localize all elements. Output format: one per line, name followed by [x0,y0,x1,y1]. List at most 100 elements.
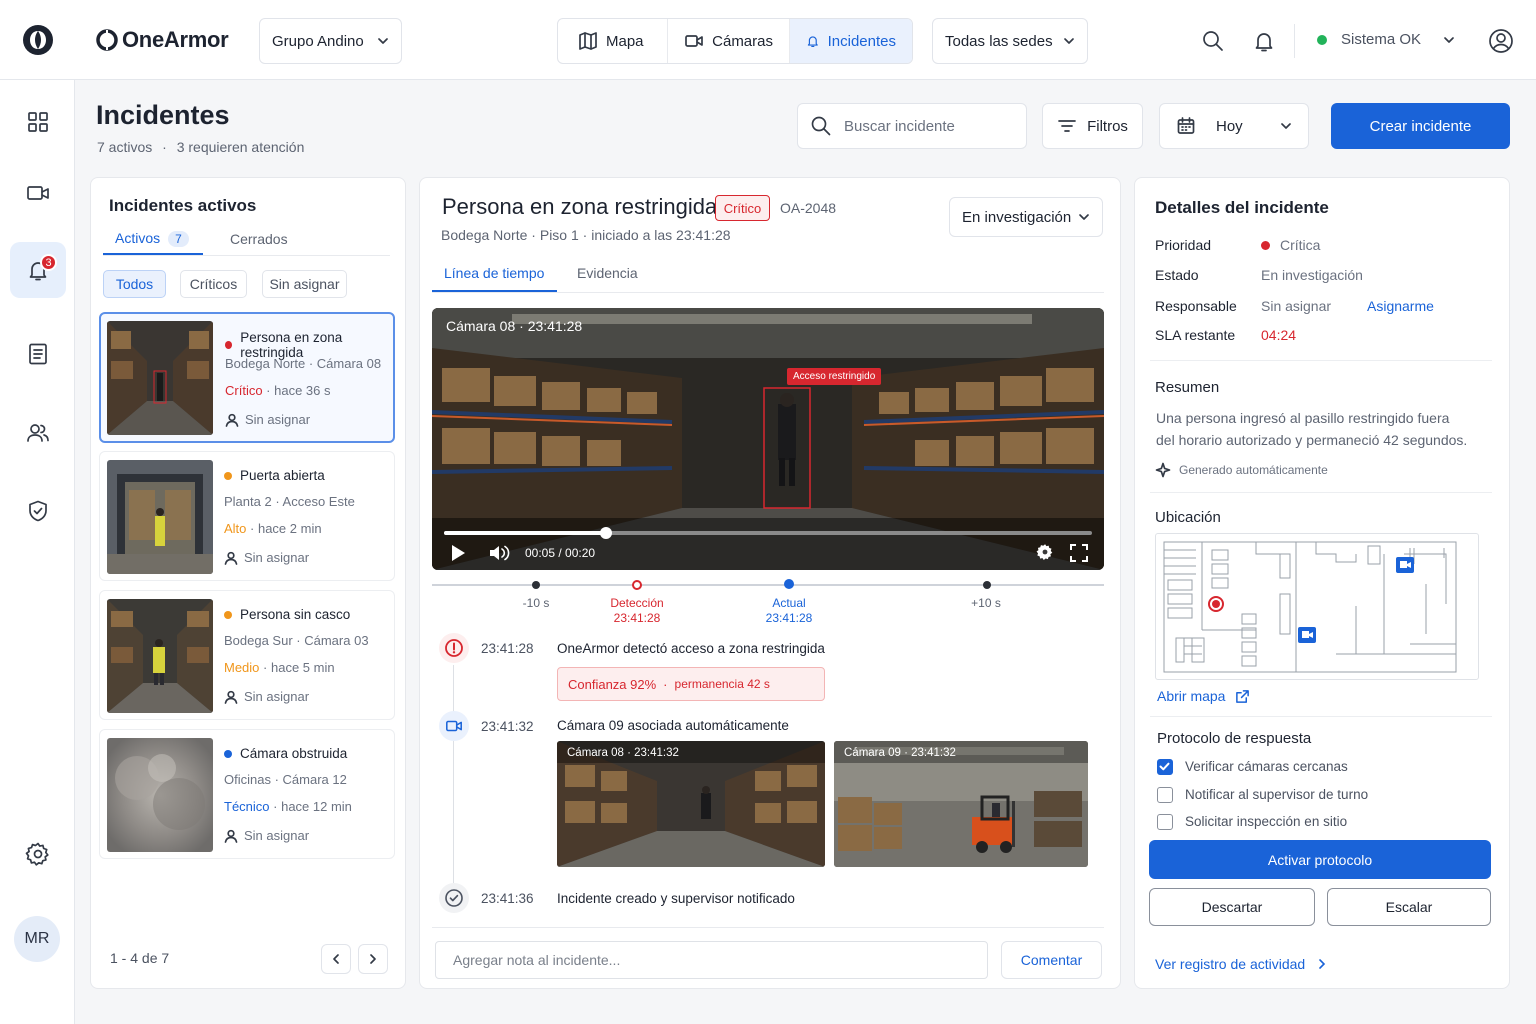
assign-to-me-link[interactable]: Asignarme [1367,298,1434,314]
date-select-value: Hoy [1216,117,1243,135]
prev-page-button[interactable] [321,944,351,974]
incident-assignee: Sin asignar [225,412,310,427]
avatar[interactable]: MR [14,916,60,962]
tab-evidence[interactable]: Evidencia [577,265,638,281]
protocol-title: Protocolo de respuesta [1157,730,1312,747]
incident-list-item[interactable]: Persona sin casco Bodega Sur · Cámara 03… [99,590,395,720]
sidebar-item-settings[interactable] [10,826,66,882]
sidebar-item-reports[interactable] [10,326,66,382]
incident-thumbnail [107,599,213,713]
sidebar-item-cameras[interactable] [10,165,66,221]
fullscreen-icon[interactable] [1070,544,1088,562]
create-incident-button[interactable]: Crear incidente [1331,103,1510,149]
note-divider [432,927,1104,928]
search-icon [811,116,831,136]
chevron-right-icon [370,954,376,964]
filters-button[interactable]: Filtros [1042,103,1143,149]
incident-title: Persona sin casco [224,607,350,622]
incident-list-item[interactable]: Cámara obstruida Oficinas · Cámara 12 Té… [99,729,395,859]
onearmor-logo-icon[interactable] [22,24,54,56]
nav-incidents[interactable]: Incidentes [790,19,912,63]
chevron-down-icon [1064,38,1074,44]
incident-severity-time: Alto · hace 2 min [224,521,322,536]
next-page-button[interactable] [358,944,388,974]
generated-note-text: Generado automáticamente [1179,463,1328,477]
users-icon [27,424,49,442]
floor-plan-map[interactable] [1155,533,1479,680]
sidebar-item-users[interactable] [10,405,66,461]
timeline-label-detection: Detección [610,596,664,610]
sidebar-item-dashboard[interactable] [10,94,66,150]
comment-button[interactable]: Comentar [1001,941,1102,979]
incident-list-item[interactable]: Persona en zona restringida Bodega Norte… [99,312,395,443]
search-icon[interactable] [1201,29,1225,53]
timeline-label-minus10: -10 s [522,596,550,610]
escalate-button[interactable]: Escalar [1327,888,1491,926]
tab-closed[interactable]: Cerrados [230,231,288,247]
volume-icon[interactable] [488,544,510,562]
system-status[interactable]: Sistema OK [1317,31,1455,48]
brand-logo[interactable]: OneArmor [96,27,229,53]
incident-meta-location: Bodega Norte [441,227,528,243]
filter-unassigned[interactable]: Sin asignar [262,270,347,298]
evidence-clip-camera-08[interactable]: Cámara 08 · 23:41:32 [557,741,825,867]
tab-active[interactable]: Activos 7 [115,230,189,247]
summary-text: Una persona ingresó al pasillo restringi… [1156,407,1467,451]
timeline-mark-plus10[interactable] [983,581,991,589]
activate-protocol-button[interactable]: Activar protocolo [1149,840,1491,879]
incident-assignee-text: Sin asignar [244,828,310,843]
timeline-mark-current[interactable] [784,579,794,589]
evidence-clip-camera-09[interactable]: Cámara 09 · 23:41:32 [834,741,1088,867]
status-dot [1317,34,1327,45]
open-map-link[interactable]: Abrir mapa [1157,688,1250,704]
protocol-checkbox-2[interactable] [1157,787,1173,803]
timeline-label-current-time: 23:41:28 [765,611,813,625]
active-count-text: 7 activos [97,139,153,155]
tab-timeline[interactable]: Línea de tiempo [444,265,544,281]
sidebar-item-incidents[interactable]: 3 [10,242,66,298]
protocol-checkbox-1[interactable] [1157,759,1173,775]
clip-caption: Cámara 08 · 23:41:32 [567,747,679,759]
sidebar: 3 MR [0,80,75,1024]
nav-map[interactable]: Mapa [558,19,669,63]
filter-critical[interactable]: Críticos [180,270,247,298]
video-player[interactable]: Cámara 08 · 23:41:28 Acceso restringido … [432,308,1104,570]
floor-plan-drawing [1163,541,1457,673]
video-scrubber-handle[interactable] [600,527,612,539]
date-select[interactable]: Hoy [1159,103,1309,149]
notifications-bell-icon[interactable] [1252,29,1276,53]
video-progress-track[interactable] [444,527,1092,539]
tabs-divider [103,255,390,256]
clip-caption: Cámara 09 · 23:41:32 [844,747,956,759]
bell-icon [807,36,818,48]
incident-assignee: Sin asignar [224,550,309,565]
priority-label: Prioridad [1155,237,1212,253]
incident-list-item[interactable]: Puerta abierta Planta 2 · Acceso Este Al… [99,451,395,581]
protocol-checkbox-3[interactable] [1157,814,1173,830]
priority-dot [1261,240,1270,250]
timeline-mark-minus10[interactable] [532,581,540,589]
filter-all[interactable]: Todos [103,270,166,298]
dismiss-button[interactable]: Descartar [1149,888,1315,926]
play-icon[interactable] [450,544,466,562]
status-select[interactable]: En investigación [949,197,1103,237]
activity-log-link[interactable]: Ver registro de actividad [1155,956,1327,972]
timeline-mark-detection[interactable] [632,580,642,590]
sidebar-item-security[interactable] [10,483,66,539]
incident-severity: Alto [224,521,247,536]
tab-active-label: Activos [115,230,161,246]
nav-cameras[interactable]: Cámaras [668,19,790,63]
detection-tag: Acceso restringido [787,368,882,385]
settings-icon[interactable] [1036,543,1054,561]
nav-map-label: Mapa [606,32,644,50]
incident-title: Puerta abierta [224,468,325,483]
note-input[interactable]: Agregar nota al incidente... [435,941,988,979]
external-link-icon [1236,689,1250,703]
chevron-left-icon [333,954,339,964]
details-divider [1150,492,1492,493]
details-divider [1150,716,1492,717]
organization-select[interactable]: Grupo Andino [259,18,402,64]
site-select[interactable]: Todas las sedes [932,18,1088,64]
search-input[interactable]: Buscar incidente [797,103,1027,149]
user-account-icon[interactable] [1488,28,1514,54]
